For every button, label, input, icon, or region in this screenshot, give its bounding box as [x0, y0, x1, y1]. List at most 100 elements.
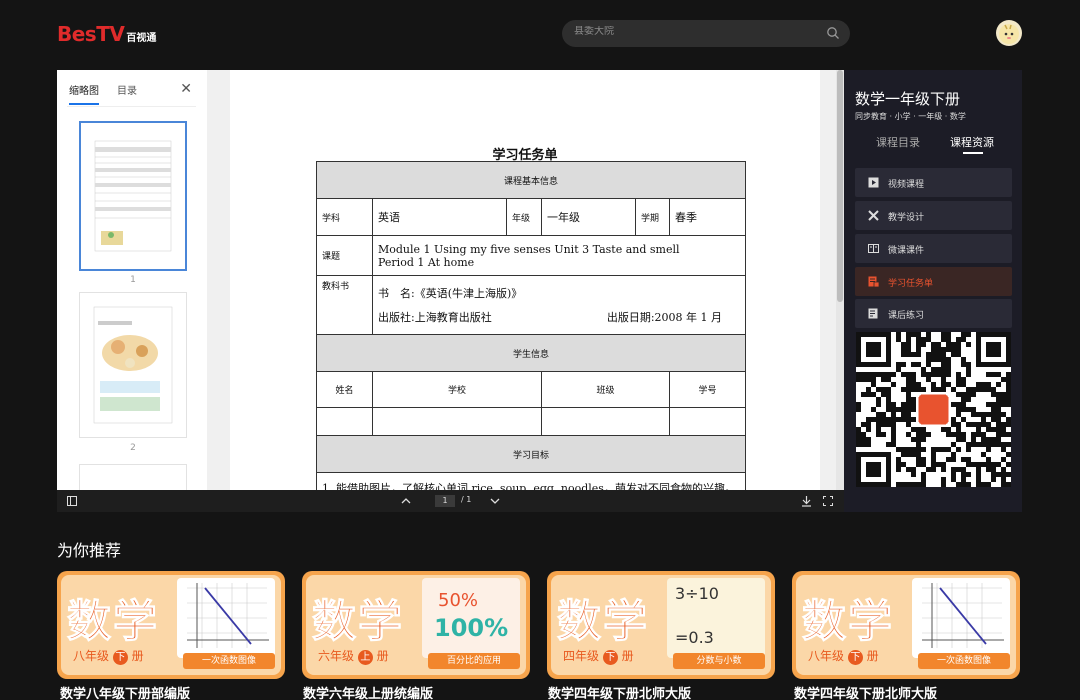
- page-total: / 1: [461, 495, 472, 504]
- card-subject: 数学: [67, 596, 159, 648]
- course-title: 数学一年级下册: [855, 90, 961, 108]
- task-sheet-table: 课程基本信息 学科 英语 年级 一年级 学期 春季 课题 Module 1 Us…: [315, 161, 747, 490]
- recommend-card[interactable]: 数学 四年级 下 册 3÷10 =0.3 分数与小数: [547, 571, 775, 679]
- chevron-down-icon[interactable]: [490, 497, 500, 505]
- thumbnail-preview: [94, 140, 172, 252]
- field-label: 教科书: [316, 275, 373, 335]
- search-icon[interactable]: [826, 26, 840, 40]
- grade-suffix: 册: [376, 649, 389, 663]
- page-number-input[interactable]: 1: [435, 495, 455, 507]
- document-scrollbar[interactable]: [836, 70, 844, 490]
- lesson-line: Module 1 Using my five senses Unit 3 Tas…: [378, 242, 680, 256]
- card-caption[interactable]: 数学四年级下册北师大版: [548, 683, 691, 700]
- pic-text: 100%: [434, 614, 509, 642]
- card-grade: 四年级 下 册: [563, 647, 634, 665]
- menu-micro-courseware[interactable]: 微课课件: [855, 234, 1012, 263]
- grade-suffix: 册: [131, 649, 144, 663]
- term-badge: 下: [602, 650, 618, 665]
- menu-task-sheet[interactable]: 学习任务单: [855, 267, 1012, 296]
- search-input[interactable]: [574, 26, 814, 37]
- term-badge: 上: [357, 650, 373, 665]
- card-caption[interactable]: 数学六年级上册统编版: [303, 683, 433, 700]
- bestv-logo[interactable]: BesTV 百视通: [57, 22, 156, 46]
- grade-prefix: 六年级: [318, 649, 355, 663]
- thumbnail-number: 2: [130, 443, 136, 453]
- card-topic-tag: 一次函数图像: [918, 653, 1010, 669]
- thumbnail-preview: [93, 306, 173, 424]
- close-icon[interactable]: ✕: [180, 81, 192, 97]
- page-thumbnail-1[interactable]: [79, 121, 187, 271]
- avatar-face-icon: [999, 24, 1019, 44]
- term-badge: 下: [847, 650, 863, 665]
- graph-grid-icon: [187, 583, 269, 648]
- course-tabs: 课程目录 课程资源: [876, 134, 994, 150]
- recommend-card[interactable]: 数学 六年级 上 册 50% 100% 百分比的应用: [302, 571, 530, 679]
- recommend-card[interactable]: 数学 八年级 下 册 一次函数图像: [57, 571, 285, 679]
- section-header: 课程基本信息: [315, 161, 747, 199]
- course-subtitle: 同步教育 · 小学 · 一年级 · 数学: [855, 112, 966, 121]
- card-topic-tag: 一次函数图像: [183, 653, 275, 669]
- document-page: 学习任务单 课程基本信息 学科 英语 年级 一年级 学期 春季 课题 Modul…: [230, 70, 820, 490]
- publisher-row: 出版社:上海教育出版社 出版日期:2008 年 1 月: [378, 309, 740, 325]
- search-box: [562, 20, 850, 47]
- card-illustration: [177, 578, 275, 658]
- textbook-name: 书 名:《英语(牛津上海版)》: [378, 287, 523, 300]
- document-viewer: 学习任务单 课程基本信息 学科 英语 年级 一年级 学期 春季 课题 Modul…: [212, 70, 844, 490]
- publisher: 出版社:上海教育出版社: [378, 311, 492, 324]
- active-tab-indicator: [963, 152, 983, 154]
- card-subject: 数学: [312, 596, 404, 648]
- card-topic-tag: 分数与小数: [673, 653, 765, 669]
- recommend-title: 为你推荐: [57, 541, 122, 560]
- field-value: 一年级: [541, 198, 636, 236]
- course-panel: 数学一年级下册 同步教育 · 小学 · 一年级 · 数学 课程目录 课程资源 视…: [844, 70, 1022, 512]
- card-topic-tag: 百分比的应用: [428, 653, 520, 669]
- pic-text: 3÷10: [675, 584, 719, 603]
- thumbnail-number: 1: [130, 275, 136, 285]
- fullscreen-icon[interactable]: [823, 496, 833, 506]
- card-subject: 数学: [557, 596, 649, 648]
- card-caption[interactable]: 数学八年级下册部编版: [60, 683, 190, 700]
- tab-outline[interactable]: 目录: [117, 82, 137, 105]
- pic-text: 50%: [438, 590, 479, 611]
- menu-label: 视频课程: [888, 180, 925, 190]
- goal-text: 1. 能借助图片，了解核心单词 rice, soup, egg, noodles…: [315, 472, 747, 490]
- textbook-value: 书 名:《英语(牛津上海版)》 出版社:上海教育出版社 出版日期:2008 年 …: [371, 275, 747, 335]
- menu-after-class-practice[interactable]: 课后练习: [855, 299, 1012, 328]
- page-thumbnail-2[interactable]: [79, 292, 187, 438]
- logo-brand: BesTV: [57, 22, 125, 46]
- tab-course-resources[interactable]: 课程资源: [950, 134, 994, 150]
- tab-thumbnails[interactable]: 缩略图: [69, 82, 99, 105]
- menu-video-course[interactable]: 视频课程: [855, 168, 1012, 197]
- grade-prefix: 八年级: [808, 649, 845, 663]
- recommend-card[interactable]: 数学 八年级 下 册 一次函数图像: [792, 571, 1020, 679]
- video-icon: [868, 177, 879, 188]
- sidebar-toggle-icon[interactable]: [67, 496, 77, 506]
- card-grade: 八年级 下 册: [73, 647, 144, 665]
- card-caption[interactable]: 数学四年级下册北师大版: [794, 683, 937, 700]
- section-header: 学习目标: [315, 435, 747, 473]
- column-header: 学号: [668, 371, 747, 408]
- menu-label: 教学设计: [888, 213, 925, 223]
- tab-course-catalog[interactable]: 课程目录: [876, 134, 920, 150]
- exercise-icon: [868, 308, 878, 319]
- field-value: 英语: [372, 198, 507, 236]
- pub-date: 出版日期:2008 年 1 月: [606, 311, 723, 324]
- menu-label: 学习任务单: [888, 279, 934, 289]
- grade-suffix: 册: [621, 649, 634, 663]
- qr-code-image: [856, 332, 1011, 487]
- grade-prefix: 四年级: [563, 649, 600, 663]
- section-header: 学生信息: [315, 334, 747, 372]
- download-icon[interactable]: [801, 495, 812, 507]
- card-subject: 数学: [802, 596, 894, 648]
- scrollbar-thumb[interactable]: [837, 70, 843, 302]
- page-thumbnail-3[interactable]: [79, 464, 187, 490]
- table-cell: [372, 407, 542, 436]
- chevron-up-icon[interactable]: [401, 497, 411, 505]
- thumbnail-tabs: 缩略图 目录: [69, 82, 137, 105]
- column-header: 学校: [372, 371, 542, 408]
- grade-suffix: 册: [866, 649, 879, 663]
- user-avatar[interactable]: [996, 20, 1022, 46]
- column-header: 姓名: [316, 371, 373, 408]
- term-badge: 下: [112, 650, 128, 665]
- menu-teaching-design[interactable]: 教学设计: [855, 201, 1012, 230]
